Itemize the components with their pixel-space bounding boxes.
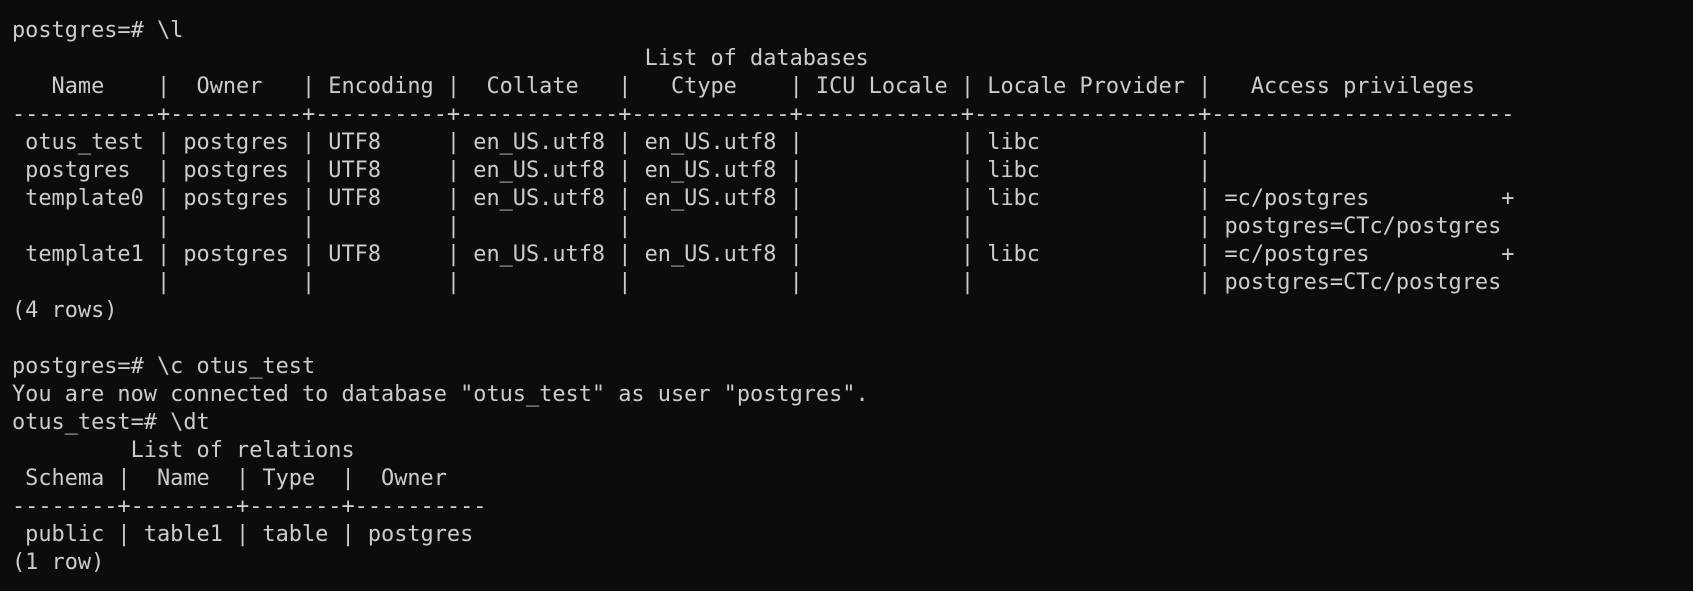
databases-table-row: postgres | postgres | UTF8 | en_US.utf8 …	[12, 158, 1212, 183]
databases-table-separator: -----------+----------+----------+------…	[12, 102, 1515, 127]
databases-table-row-continuation: | | | | | | | postgres=CTc/postgres	[12, 270, 1502, 295]
terminal-window[interactable]: postgres=# \l List of databases Name | O…	[0, 0, 1693, 591]
relations-table-header: Schema | Name | Type | Owner	[12, 466, 447, 491]
databases-table-row-continuation: | | | | | | | postgres=CTc/postgres	[12, 214, 1502, 239]
relations-table-separator: --------+--------+-------+----------	[12, 494, 487, 519]
databases-table-title: List of databases	[12, 46, 869, 71]
relations-table-title: List of relations	[12, 438, 355, 463]
prompt-command-connect: postgres=# \c otus_test	[12, 354, 316, 379]
databases-table-row: otus_test | postgres | UTF8 | en_US.utf8…	[12, 130, 1212, 155]
relations-table-row: public | table1 | table | postgres	[12, 522, 474, 547]
databases-table-header: Name | Owner | Encoding | Collate | Ctyp…	[12, 74, 1475, 99]
databases-table-row: template1 | postgres | UTF8 | en_US.utf8…	[12, 242, 1515, 267]
prompt-command-list-databases: postgres=# \l	[12, 18, 184, 43]
connection-message: You are now connected to database "otus_…	[12, 382, 869, 407]
databases-row-count: (4 rows)	[12, 298, 118, 323]
relations-row-count: (1 row)	[12, 550, 105, 575]
databases-table-row: template0 | postgres | UTF8 | en_US.utf8…	[12, 186, 1515, 211]
prompt-command-list-tables: otus_test=# \dt	[12, 410, 210, 435]
